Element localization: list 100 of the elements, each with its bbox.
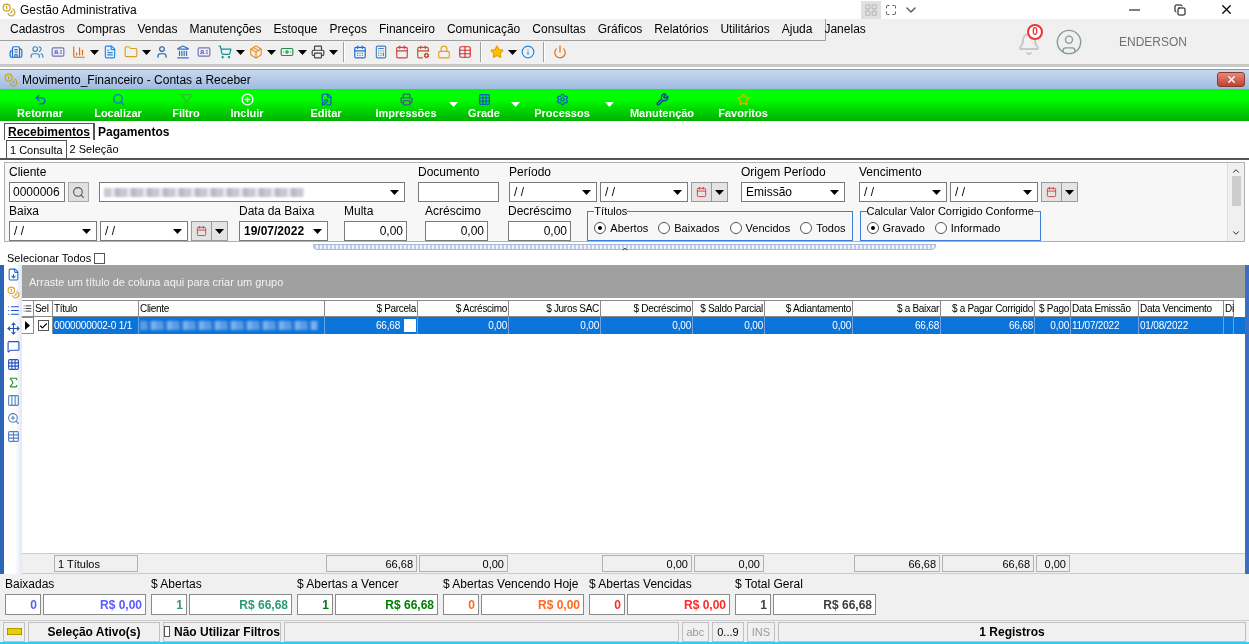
column-header[interactable]: Título xyxy=(53,300,139,317)
tab[interactable]: Recebimentos xyxy=(4,123,95,140)
checkbox[interactable] xyxy=(164,626,170,637)
fullscreen-icon xyxy=(885,3,897,16)
date-field[interactable]: / / xyxy=(859,182,947,202)
grid-icon xyxy=(477,93,491,106)
column-header[interactable]: Cliente xyxy=(139,300,325,317)
menu-item[interactable]: Compras xyxy=(70,22,132,37)
restore-icon xyxy=(1174,3,1186,16)
column-header[interactable]: $ Decréscimo xyxy=(601,300,693,317)
date-field[interactable]: 19/07/2022 xyxy=(239,221,328,241)
column-header[interactable]: $ Acréscimo xyxy=(418,300,509,317)
list-icon[interactable] xyxy=(6,304,20,317)
column-header[interactable]: Sel xyxy=(34,300,53,317)
checkbox[interactable] xyxy=(37,320,49,331)
radio-option[interactable]: Informado xyxy=(934,221,1001,234)
status-text: Seleção Ativo(s) xyxy=(28,621,160,642)
menu-item[interactable]: Utilitários xyxy=(714,22,776,37)
radio-option[interactable]: Baixados xyxy=(658,221,720,234)
record-count: 1 Registros xyxy=(778,621,1246,642)
dropdown-arrow-icon[interactable] xyxy=(830,189,839,195)
close-button[interactable] xyxy=(1217,72,1245,87)
menu-item[interactable]: Ajuda xyxy=(775,22,819,37)
column-header[interactable]: Data Emissão xyxy=(1071,300,1139,317)
dropdown-arrow-icon[interactable] xyxy=(313,228,322,234)
radio-option[interactable]: Abertos xyxy=(594,221,649,234)
menu-item[interactable]: Comunicação xyxy=(440,22,527,37)
column-header[interactable]: $ a Pagar Corrigido xyxy=(941,300,1035,317)
scrollbar[interactable] xyxy=(1227,163,1244,241)
column-header[interactable]: Data Vencimento xyxy=(1139,300,1224,317)
menu-item[interactable]: Cadastros xyxy=(4,22,71,37)
total-cell: 0,00 xyxy=(419,555,508,572)
column-chooser-button[interactable] xyxy=(22,300,34,317)
date-field[interactable]: / / xyxy=(100,221,188,241)
number-field[interactable]: 0,00 xyxy=(344,221,407,241)
move-icon[interactable] xyxy=(6,322,20,335)
radio-button[interactable] xyxy=(594,221,607,234)
dropdown-arrow-icon[interactable] xyxy=(390,189,399,195)
summary-count: 0 xyxy=(443,594,479,615)
radio-button[interactable] xyxy=(934,221,947,234)
radio-button[interactable] xyxy=(866,221,879,234)
dropdown-arrow-icon[interactable] xyxy=(932,189,941,195)
search-button[interactable] xyxy=(68,182,89,202)
table-icon[interactable] xyxy=(6,430,20,443)
column-header[interactable]: $ Parcela xyxy=(325,300,418,317)
column-header[interactable]: $ Saldo Parcial xyxy=(693,300,765,317)
folder-icon xyxy=(124,45,138,60)
splitter-handle[interactable] xyxy=(313,243,936,250)
date-field[interactable]: / / xyxy=(509,182,597,202)
message-icon[interactable] xyxy=(6,340,20,353)
date-field[interactable]: / / xyxy=(600,182,688,202)
radio-option[interactable]: Vencidos xyxy=(729,221,791,234)
avatar-icon[interactable] xyxy=(1055,27,1083,56)
document-icon[interactable] xyxy=(6,268,20,281)
zoom-icon[interactable] xyxy=(6,412,20,425)
menu-item[interactable]: Estoque xyxy=(267,22,324,37)
menu-item[interactable]: Gráficos xyxy=(591,22,649,37)
dropdown-arrow-icon[interactable] xyxy=(82,228,91,234)
checkbox[interactable] xyxy=(94,252,106,264)
columns-icon[interactable] xyxy=(6,394,20,407)
menu-item[interactable]: Janelas xyxy=(818,22,872,37)
menu-item[interactable]: Financeiro xyxy=(372,22,441,37)
table-row[interactable]: 0000000002-0 1/1 66,68 0,00 0,00 0,00 0,00 0,00 66,68 66,68 0,00 11/07/2022 01/08/2022 xyxy=(22,317,1245,334)
group-label: Calcular Valor Corrigido Conforme xyxy=(866,205,1034,217)
document-field[interactable] xyxy=(418,182,499,202)
column-header[interactable]: $ Juros SAC xyxy=(509,300,601,317)
calendar-button[interactable] xyxy=(191,221,228,241)
radio-option[interactable]: Gravado xyxy=(866,221,925,234)
radio-button[interactable] xyxy=(658,221,671,234)
client-code-field[interactable]: 0000006 xyxy=(9,182,65,202)
calendar-button[interactable] xyxy=(1041,182,1078,202)
menu-item[interactable]: Manutenções xyxy=(183,22,268,37)
column-header[interactable]: $ Adiantamento xyxy=(765,300,853,317)
scrollbar-thumb[interactable] xyxy=(1231,176,1241,206)
column-header[interactable]: $ Pago xyxy=(1035,300,1071,317)
column-header[interactable]: Di xyxy=(1224,300,1234,317)
radio-button[interactable] xyxy=(729,221,742,234)
tab[interactable]: Pagamentos xyxy=(94,123,173,140)
menu-item[interactable]: Consultas xyxy=(526,22,592,37)
dropdown-arrow-icon[interactable] xyxy=(1023,189,1032,195)
date-field[interactable]: / / xyxy=(9,221,97,241)
menu-item[interactable]: Vendas xyxy=(131,22,184,37)
date-field[interactable]: / / xyxy=(950,182,1038,202)
dropdown-arrow-icon[interactable] xyxy=(582,189,591,195)
dropdown-arrow-icon[interactable] xyxy=(673,189,682,195)
grid-icon[interactable] xyxy=(6,358,20,371)
client-name-field[interactable] xyxy=(99,182,405,202)
dropdown[interactable]: Emissão xyxy=(741,182,845,202)
dropdown-arrow-icon[interactable] xyxy=(173,228,182,234)
radio-button[interactable] xyxy=(800,221,813,234)
checkbox-option[interactable]: Não Utilizar Filtros xyxy=(163,621,281,642)
tab[interactable]: 2 Seleção xyxy=(66,140,122,158)
calendar-button[interactable] xyxy=(691,182,728,202)
number-field[interactable]: 0,00 xyxy=(425,221,488,241)
column-header[interactable]: $ a Baixar xyxy=(853,300,941,317)
tab[interactable]: 1 Consulta xyxy=(6,140,67,158)
number-field[interactable]: 0,00 xyxy=(508,221,571,241)
radio-option[interactable]: Todos xyxy=(800,221,846,234)
menu-item[interactable]: Preços xyxy=(323,22,373,37)
menu-item[interactable]: Relatórios xyxy=(648,22,715,37)
